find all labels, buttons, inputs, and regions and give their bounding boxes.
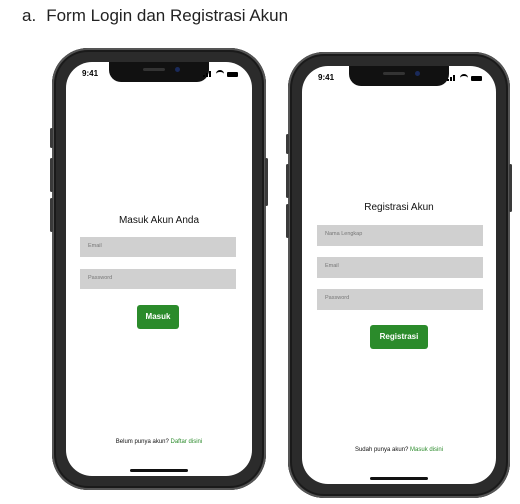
name-placeholder: Nama Lengkap	[325, 231, 363, 237]
register-submit-button[interactable]: Registrasi	[370, 325, 428, 349]
caption-text: Form Login dan Registrasi Akun	[46, 6, 289, 25]
login-password-field[interactable]: Password	[80, 269, 236, 289]
status-time: 9:41	[82, 69, 99, 78]
register-phone-frame: 9:41 Registrasi Akun Nama Lengkap Email …	[286, 52, 512, 498]
login-footer-text: Belum punya akun?	[115, 439, 169, 445]
register-password-field[interactable]: Password	[317, 289, 483, 310]
password-placeholder: Password	[88, 275, 113, 281]
login-phone-frame: 9:41 Masuk Akun Anda Email Password Masu…	[50, 48, 268, 490]
email-placeholder: Email	[88, 243, 102, 249]
home-indicator	[370, 477, 428, 480]
register-name-field[interactable]: Nama Lengkap	[317, 225, 483, 246]
status-icons	[203, 70, 238, 78]
wifi-icon	[460, 74, 468, 82]
notch	[349, 66, 449, 86]
login-title: Masuk Akun Anda	[118, 215, 200, 226]
home-indicator	[130, 469, 188, 472]
signal-icon	[447, 75, 457, 81]
login-footer: Belum punya akun? Daftar disini	[66, 439, 252, 445]
register-email-field[interactable]: Email	[317, 257, 483, 278]
password-placeholder: Password	[325, 295, 350, 301]
email-placeholder: Email	[325, 263, 339, 269]
status-time: 9:41	[318, 73, 335, 82]
notch	[109, 62, 209, 82]
caption-marker: a.	[22, 6, 37, 25]
wifi-icon	[216, 70, 224, 78]
status-icons	[447, 74, 482, 82]
register-footer: Sudah punya akun? Masuk disini	[302, 447, 496, 453]
battery-icon	[227, 71, 238, 77]
figure-caption: a. Form Login dan Registrasi Akun	[22, 6, 288, 26]
register-link[interactable]: Daftar disini	[171, 439, 203, 445]
battery-icon	[471, 75, 482, 81]
login-link[interactable]: Masuk disini	[410, 447, 443, 453]
signal-icon	[203, 71, 213, 77]
login-submit-button[interactable]: Masuk	[137, 305, 179, 329]
login-email-field[interactable]: Email	[80, 237, 236, 257]
register-footer-text: Sudah punya akun?	[354, 447, 409, 453]
register-title: Registrasi Akun	[364, 202, 434, 213]
register-screen: 9:41 Registrasi Akun Nama Lengkap Email …	[302, 66, 496, 484]
login-screen: 9:41 Masuk Akun Anda Email Password Masu…	[66, 62, 252, 476]
